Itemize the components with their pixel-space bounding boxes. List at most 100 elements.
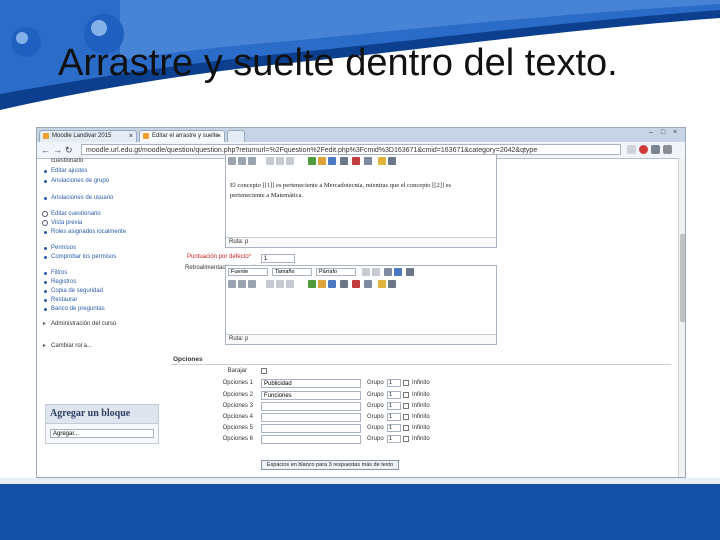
sidebar: cuestionario Editar ajustes Anulaciones … (41, 158, 159, 477)
maximize-icon[interactable]: □ (657, 129, 669, 136)
sidebar-item-anulaciones-grupo[interactable]: Anulaciones de grupo (44, 178, 147, 185)
add-block-header: Agregar un bloque (45, 404, 159, 424)
align-right-icon[interactable] (286, 280, 294, 288)
unlimited-checkbox[interactable] (403, 436, 409, 442)
html-icon[interactable] (364, 280, 372, 288)
html-icon[interactable] (364, 157, 372, 165)
format-icon[interactable] (378, 280, 386, 288)
redo-icon[interactable] (372, 268, 380, 276)
sidebar-item-roles-asignados[interactable]: Roles asignados localmente (44, 229, 147, 236)
close-tab-icon[interactable]: × (217, 131, 221, 142)
sidebar-item-vista-previa[interactable]: Vista previa (42, 220, 147, 227)
question-form: El concepto [[1]] es perteneciente a Mer… (165, 154, 675, 477)
align-left-icon[interactable] (266, 157, 274, 165)
paragraph-select[interactable]: Párrafo (316, 268, 356, 276)
unlimited-checkbox[interactable] (403, 425, 409, 431)
table-icon[interactable] (340, 157, 348, 165)
group-label: Grupo (367, 436, 384, 442)
option-input[interactable] (261, 402, 361, 411)
align-left-icon[interactable] (266, 280, 274, 288)
media-icon[interactable] (328, 157, 336, 165)
scrollbar-thumb[interactable] (680, 234, 685, 322)
general-feedback-editor[interactable]: Fuente Tamaño Párrafo Ruta: p (225, 265, 497, 345)
close-tab-icon[interactable]: × (129, 131, 133, 142)
option-input[interactable]: Publicidad (261, 379, 361, 388)
sidebar-category-cambiar-rol[interactable]: ▸ Cambiar rol a... (43, 343, 92, 350)
add-blanks-button[interactable]: Espacios en blanco para 3 respuestas más… (261, 460, 399, 470)
group-select[interactable]: 1 (387, 402, 401, 410)
group-select[interactable]: 1 (387, 435, 401, 443)
image-icon[interactable] (318, 280, 326, 288)
default-mark-input[interactable]: 1 (261, 254, 295, 263)
fullscreen-icon[interactable] (388, 280, 396, 288)
extension-icon[interactable] (651, 145, 660, 154)
minimize-icon[interactable]: – (645, 129, 657, 136)
moodle-favicon-icon (43, 133, 49, 139)
italic-icon[interactable] (238, 157, 246, 165)
image-icon[interactable] (318, 157, 326, 165)
align-center-icon[interactable] (276, 157, 284, 165)
fullscreen-icon[interactable] (388, 157, 396, 165)
editor-toolbar-row1: Fuente Tamaño Párrafo (228, 268, 488, 277)
extension-red-icon[interactable] (639, 145, 648, 154)
bold-icon[interactable] (228, 280, 236, 288)
star-icon[interactable] (627, 145, 636, 154)
find-icon[interactable] (384, 268, 392, 276)
sidebar-item-restaurar[interactable]: Restaurar (44, 297, 147, 304)
spellcheck-icon[interactable] (352, 280, 360, 288)
page-scrollbar[interactable] (678, 158, 685, 477)
browser-tab-moodle[interactable]: Moodle Landivar 2015 × (39, 130, 137, 142)
format-icon[interactable] (378, 157, 386, 165)
align-right-icon[interactable] (286, 157, 294, 165)
group-select[interactable]: 1 (387, 379, 401, 387)
unlimited-checkbox[interactable] (403, 403, 409, 409)
sidebar-item-comprobar-permisos[interactable]: Comprobar los permisos (44, 254, 147, 261)
question-text-content: El concepto [[1]] es perteneciente a Mer… (230, 182, 452, 199)
undo-icon[interactable] (362, 268, 370, 276)
sidebar-item-permisos[interactable]: Permisos (44, 245, 147, 252)
sidebar-item-registros[interactable]: Registros (44, 279, 147, 286)
group-select[interactable]: 1 (387, 424, 401, 432)
font-select[interactable]: Fuente (228, 268, 268, 276)
question-text-editor[interactable]: El concepto [[1]] es perteneciente a Mer… (225, 154, 497, 248)
browser-tab-editar[interactable]: Editar el arrastre y suelte × (139, 130, 225, 142)
option-input[interactable] (261, 435, 361, 444)
media-icon[interactable] (328, 280, 336, 288)
align-center-icon[interactable] (276, 280, 284, 288)
unlimited-checkbox[interactable] (403, 392, 409, 398)
forward-icon[interactable]: → (53, 145, 62, 155)
option-input[interactable] (261, 413, 361, 422)
sidebar-item-anulaciones-usuario[interactable]: Anulaciones de usuario (44, 195, 147, 202)
close-window-icon[interactable]: × (669, 129, 681, 136)
default-mark-label: Puntuación por defecto* (187, 254, 252, 260)
add-block-select[interactable]: Agregar... (50, 429, 154, 438)
underline-icon[interactable] (248, 157, 256, 165)
bold-icon[interactable] (228, 157, 236, 165)
sidebar-item-banco-preguntas[interactable]: Banco de preguntas (44, 306, 147, 313)
option-input[interactable]: Funciones (261, 391, 361, 400)
reload-icon[interactable]: ↻ (65, 145, 73, 156)
back-icon[interactable]: ← (41, 145, 50, 155)
underline-icon[interactable] (248, 280, 256, 288)
size-select[interactable]: Tamaño (272, 268, 312, 276)
spellcheck-icon[interactable] (352, 157, 360, 165)
sidebar-category-administracion[interactable]: ▸ Administración del curso (43, 321, 121, 328)
sidebar-item-editar-ajustes[interactable]: Editar ajustes (44, 168, 147, 175)
shuffle-checkbox[interactable] (261, 368, 267, 374)
replace-icon[interactable] (394, 268, 402, 276)
unlimited-checkbox[interactable] (403, 380, 409, 386)
menu-icon[interactable] (663, 145, 672, 154)
sidebar-item-copia-seguridad[interactable]: Copia de seguridad (44, 288, 147, 295)
option-input[interactable] (261, 424, 361, 433)
sidebar-item-editar-cuestionario[interactable]: Editar cuestionario (42, 211, 147, 218)
link-icon[interactable] (308, 157, 316, 165)
unlimited-checkbox[interactable] (403, 414, 409, 420)
sidebar-item-filtros[interactable]: Filtros (44, 270, 147, 277)
group-select[interactable]: 1 (387, 413, 401, 421)
new-tab-button[interactable] (227, 130, 245, 142)
italic-icon[interactable] (238, 280, 246, 288)
clean-icon[interactable] (406, 268, 414, 276)
link-icon[interactable] (308, 280, 316, 288)
table-icon[interactable] (340, 280, 348, 288)
group-select[interactable]: 1 (387, 391, 401, 399)
